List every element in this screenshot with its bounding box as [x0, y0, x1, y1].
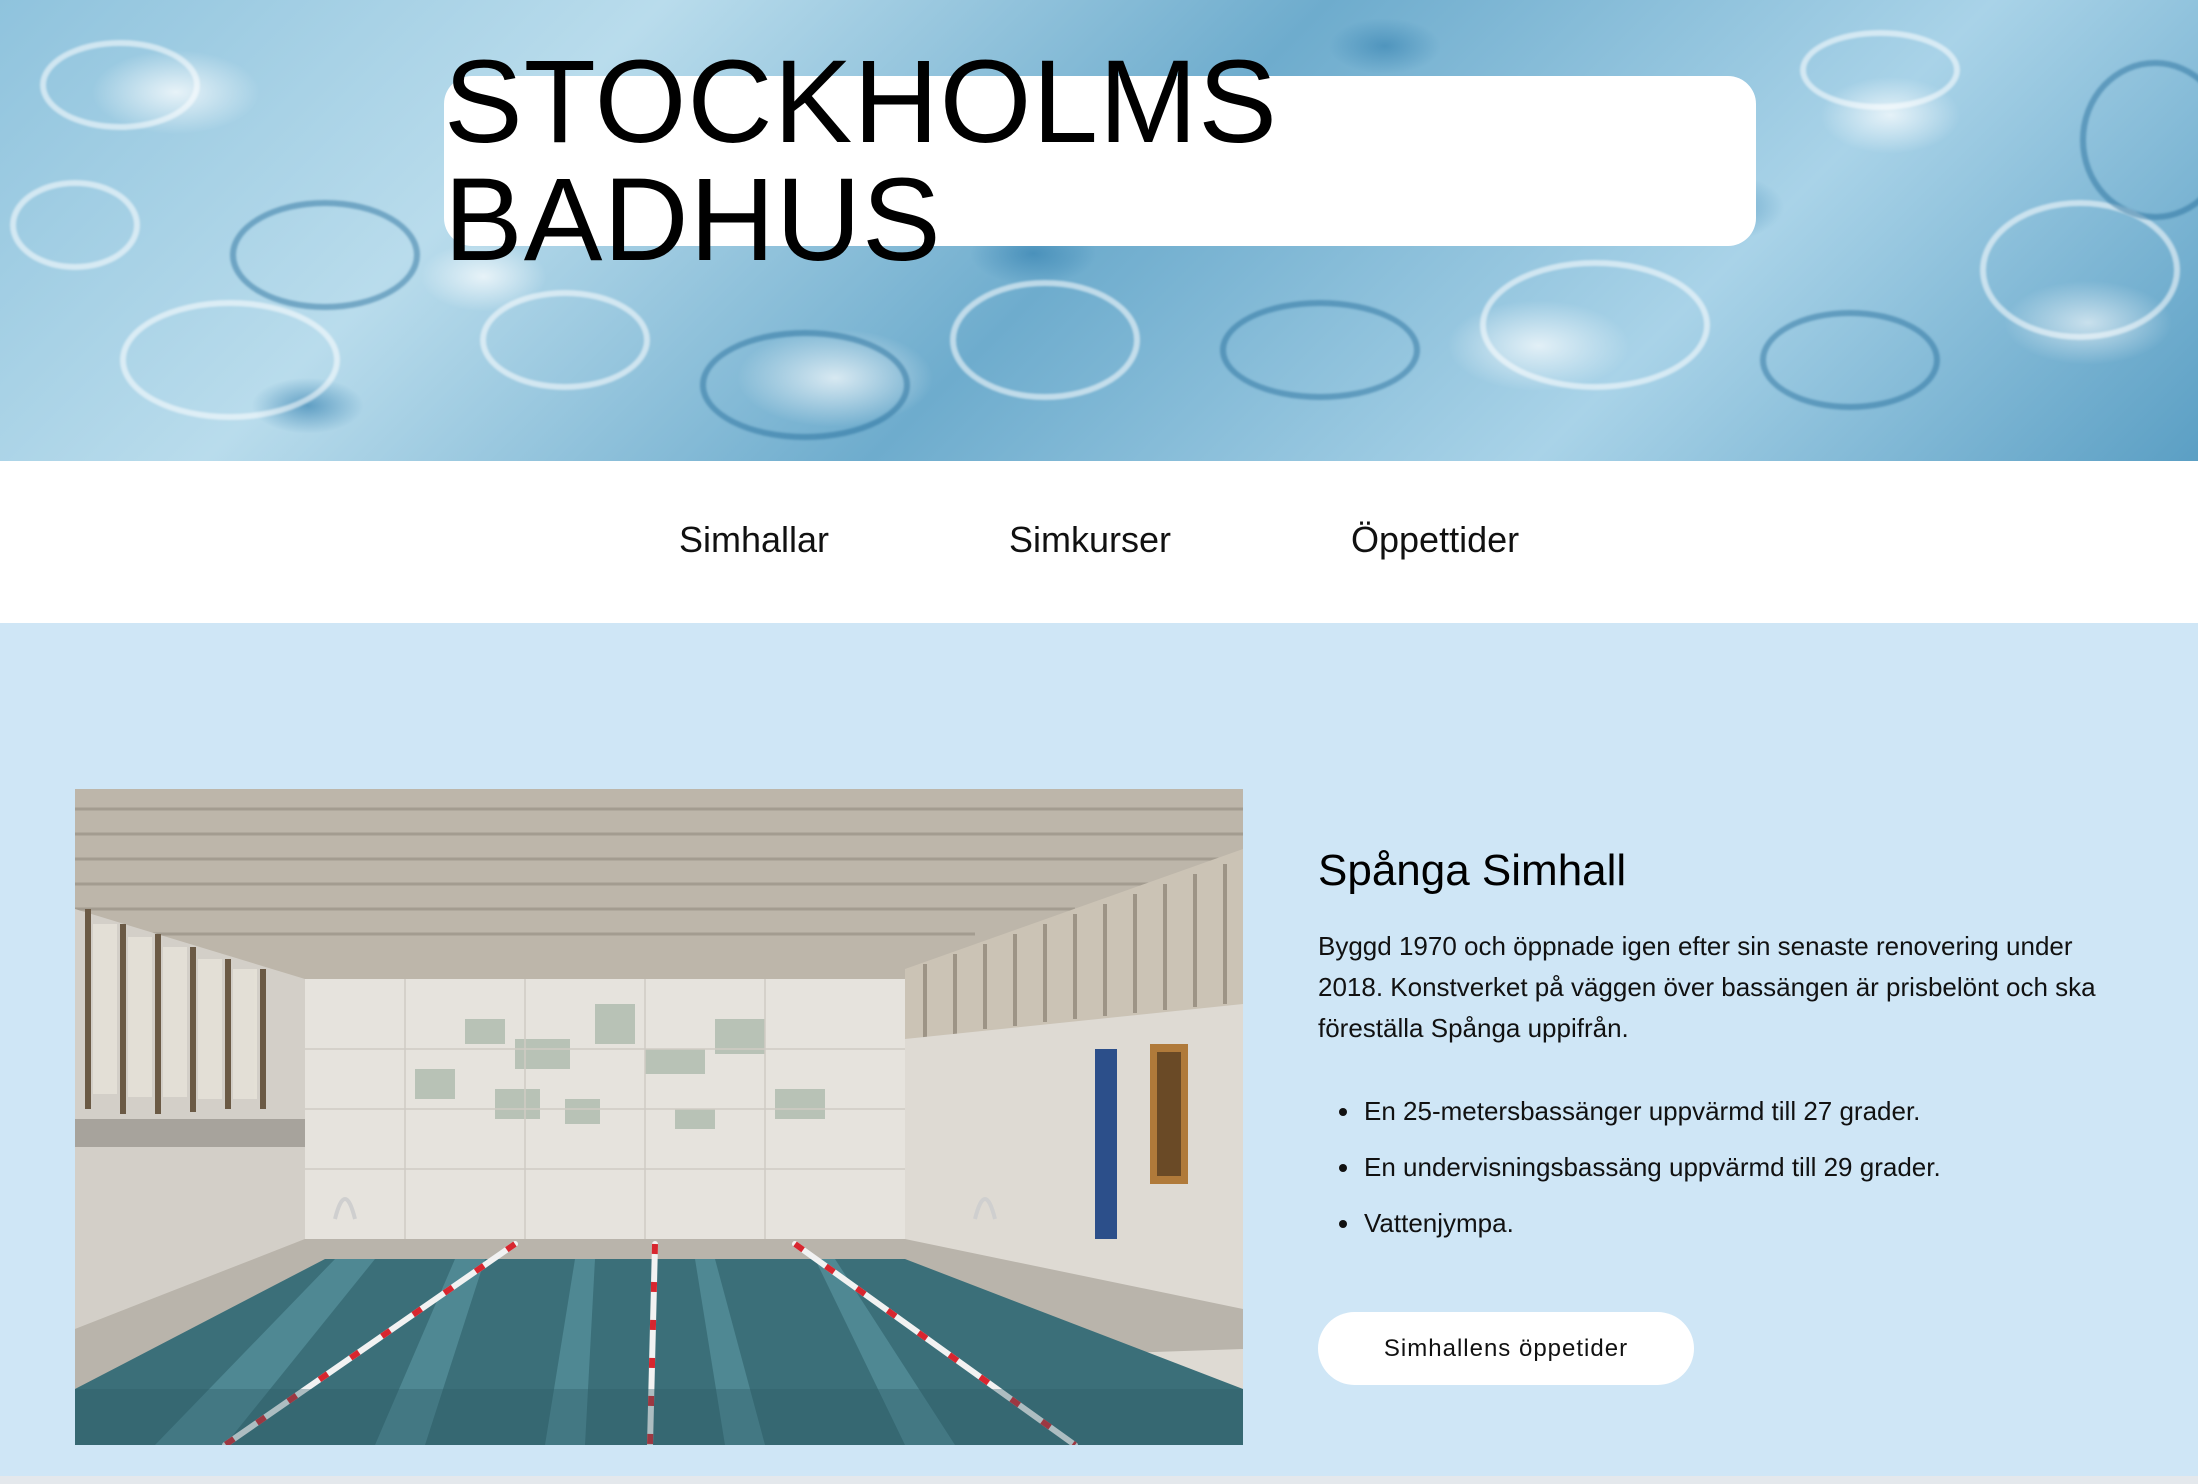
- hall-facts-list: En 25-metersbassänger uppvärmd till 27 g…: [1318, 1083, 1941, 1251]
- nav-item-simhallar[interactable]: Simhallar: [679, 519, 829, 561]
- hall-title: Spånga Simhall: [1318, 846, 1627, 895]
- nav-item-simkurser[interactable]: Simkurser: [1009, 519, 1171, 561]
- main-nav: Simhallar Simkurser Öppettider: [0, 461, 2198, 623]
- hero-banner: STOCKHOLMS BADHUS: [0, 0, 2198, 461]
- opening-hours-button[interactable]: Simhallens öppetider: [1318, 1312, 1694, 1385]
- list-item: En 25-metersbassänger uppvärmd till 27 g…: [1362, 1083, 1941, 1139]
- nav-item-oppettider[interactable]: Öppettider: [1351, 519, 1519, 561]
- hall-description: Byggd 1970 och öppnade igen efter sin se…: [1318, 931, 2096, 1043]
- title-box: STOCKHOLMS BADHUS: [444, 43, 1756, 279]
- pool-photo: [75, 789, 1243, 1445]
- bottom-divider: [0, 1476, 2198, 1484]
- list-item: En undervisningsbassäng uppvärmd till 29…: [1362, 1139, 1941, 1195]
- site-title: STOCKHOLMS BADHUS: [444, 36, 1278, 286]
- list-item: Vattenjympa.: [1362, 1195, 1941, 1251]
